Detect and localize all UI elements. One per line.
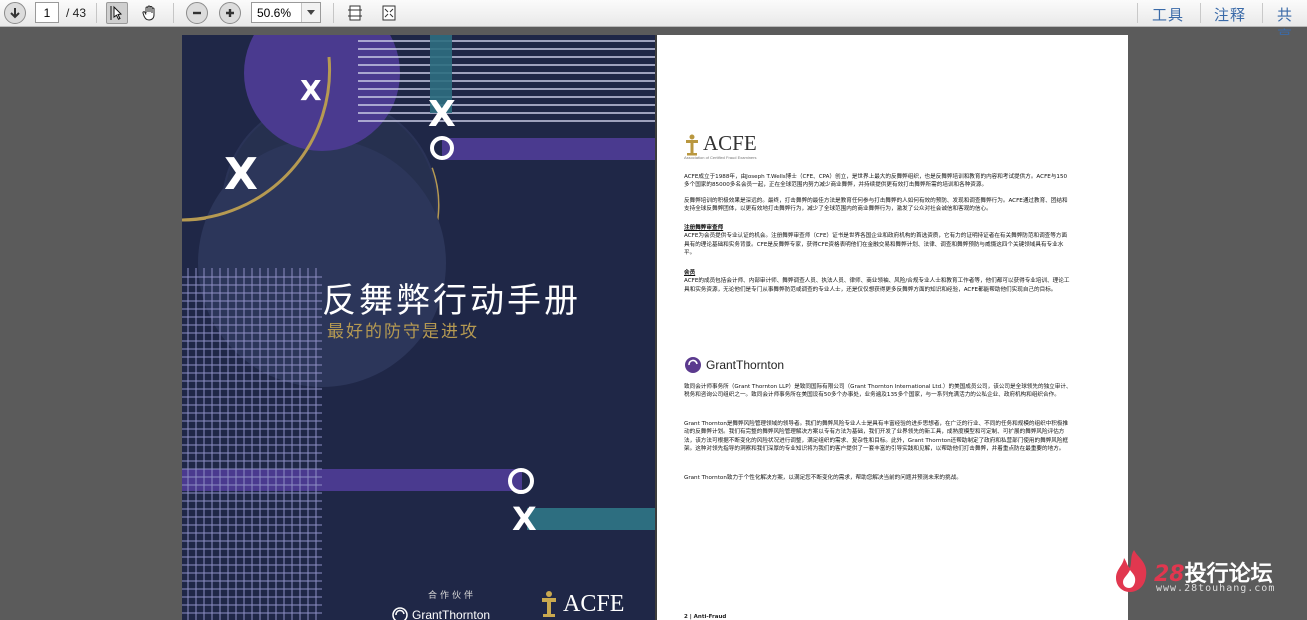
cover-page: X X X X 反舞弊行动手册 最好的防守是进攻 合作伙伴 GrantThorn… [182, 35, 655, 620]
next-page-icon[interactable] [4, 2, 26, 24]
document-page-2: ACFE Association of Certified Fraud Exam… [657, 35, 1128, 620]
zoom-input[interactable] [252, 3, 305, 22]
acfe-logo: ACFE [539, 589, 624, 619]
grant-thornton-logo: GrantThornton [392, 607, 490, 620]
select-tool-icon[interactable] [106, 2, 128, 24]
grant-thornton-icon [685, 357, 701, 373]
separator [173, 3, 174, 23]
hand-tool-icon[interactable] [139, 2, 161, 24]
x-mark: X [512, 500, 537, 538]
cover-title: 反舞弊行动手册 [322, 281, 581, 321]
fit-page-icon[interactable] [344, 2, 366, 24]
gt-services: Grant Thornton是舞弊风险管理领域的领导者。我们的舞弊风险专业人士是… [684, 421, 1069, 453]
page-total: / 43 [66, 6, 87, 20]
x-mark: X [300, 74, 322, 107]
partner-label: 合作伙伴 [428, 591, 477, 601]
chevron-down-icon[interactable] [301, 3, 320, 22]
separator [1200, 3, 1201, 23]
page-number-input[interactable] [35, 2, 59, 23]
fullscreen-icon[interactable] [378, 2, 400, 24]
acfe-emblem-icon [686, 134, 698, 156]
member-text: ACFE的成员包括会计师、内部审计师、舞弊调查人员、执法人员、律师、商业领袖、风… [684, 278, 1070, 293]
viewer-background [1128, 35, 1307, 620]
zoom-select[interactable] [251, 2, 321, 23]
separator [96, 3, 97, 23]
cover-subtitle: 最好的防守是进攻 [327, 322, 479, 342]
gt-intro: 致同会计师事务所（Grant Thornton LLP）是致同国际有限公司（Gr… [684, 384, 1072, 399]
separator [333, 3, 334, 23]
zoom-out-icon[interactable] [186, 2, 208, 24]
grant-thornton-name: GrantThornton [706, 358, 785, 372]
toolbar: / 43 工具 注释 共享 [0, 0, 1307, 45]
cfe-text: ACFE为会员提供专业认证的机会。注册舞弊审查师（CFE）证书是世界各国企业和政… [684, 233, 1068, 257]
cfe-heading: 注册舞弊审查师 [684, 225, 724, 231]
watermark-url: www.28touhang.com [1156, 583, 1276, 594]
acfe-tagline: Association of Certified Fraud Examiners [684, 155, 757, 160]
tools-link[interactable]: 工具 [1152, 4, 1184, 25]
acfe-name: ACFE [563, 590, 625, 617]
acfe-logo-text: ACFE [703, 131, 757, 155]
page-footer: 2 | Anti-Fraud [684, 614, 727, 620]
grant-thornton-icon [392, 607, 408, 620]
grant-thornton-name: GrantThornton [412, 608, 491, 620]
separator [1137, 3, 1138, 23]
acfe-intro: ACFE成立于1988年，由Joseph T.Wells博士（CFE、CPA）创… [684, 174, 1068, 189]
comment-link[interactable]: 注释 [1214, 4, 1246, 25]
grant-thornton-logo: GrantThornton [684, 356, 784, 374]
acfe-mission: 反舞弊培训的积极效果是深远的。最终，打击舞弊的最佳方法是教育任何参与打击舞弊的人… [684, 198, 1068, 213]
member-section: 会员 ACFE的成员包括会计师、内部审计师、舞弊调查人员、执法人员、律师、商业领… [684, 269, 1072, 294]
acfe-logo: ACFE [684, 133, 757, 157]
x-mark: X [428, 94, 456, 135]
member-heading: 会员 [684, 270, 696, 276]
gt-closing: Grant Thornton致力于个性化解决方案，以满足您不断变化的需求，帮助您… [684, 475, 962, 481]
cfe-section: 注册舞弊审查师 ACFE为会员提供专业认证的机会。注册舞弊审查师（CFE）证书是… [684, 224, 1072, 258]
separator [1262, 3, 1263, 23]
x-mark: X [224, 149, 258, 200]
zoom-in-icon[interactable] [219, 2, 241, 24]
acfe-emblem-icon [542, 591, 556, 617]
